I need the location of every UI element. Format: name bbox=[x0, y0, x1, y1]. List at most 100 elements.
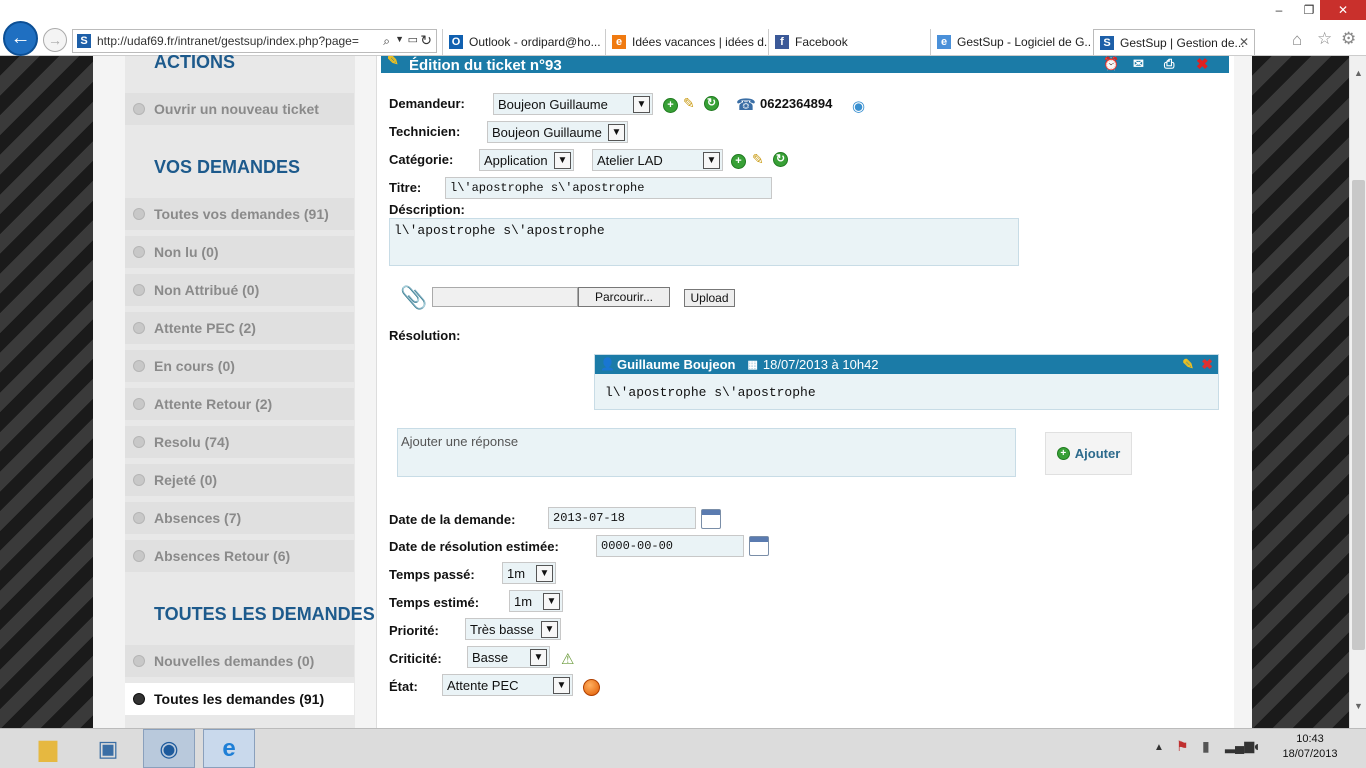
sidebar-item-absences-return[interactable]: Absences Retour (6) bbox=[125, 540, 354, 572]
sidebar-item-label: Attente Retour (2) bbox=[154, 396, 273, 412]
edit-resolution-icon[interactable]: ✎ bbox=[1182, 356, 1194, 373]
reply-textarea[interactable]: Ajouter une réponse bbox=[397, 428, 1016, 477]
description-textarea[interactable]: l\'apostrophe s\'apostrophe bbox=[389, 218, 1019, 266]
upload-button[interactable]: Upload bbox=[684, 289, 735, 307]
tab-label: GestSup | Gestion de... bbox=[1120, 35, 1245, 50]
refresh-category-icon[interactable]: ↻ bbox=[773, 152, 788, 167]
scrollbar-thumb[interactable] bbox=[1352, 180, 1365, 650]
tray-clock[interactable]: 10:43 18/07/2013 bbox=[1275, 732, 1345, 762]
media-player-icon[interactable]: ◉ bbox=[143, 729, 195, 768]
sidebar-item-label: Non Attribué (0) bbox=[154, 282, 260, 298]
chevron-down-icon: ▼ bbox=[553, 677, 570, 694]
delete-resolution-icon[interactable]: ✖ bbox=[1201, 356, 1213, 373]
back-arrow-icon: ← bbox=[10, 27, 31, 49]
browse-button[interactable]: Parcourir... bbox=[578, 287, 670, 307]
close-icon[interactable]: ✖ bbox=[1196, 56, 1209, 73]
sidebar-item-new-ticket[interactable]: Ouvrir un nouveau ticket bbox=[125, 93, 354, 125]
sidebar-item-label: Toutes les demandes (91) bbox=[154, 691, 325, 707]
subcategory-select[interactable]: Atelier LAD ▼ bbox=[592, 149, 723, 171]
state-value: Attente PEC bbox=[447, 677, 519, 693]
page-background-right bbox=[1252, 56, 1349, 728]
time-spent-select[interactable]: 1m ▼ bbox=[502, 562, 556, 584]
calendar-icon[interactable] bbox=[701, 509, 721, 529]
state-select[interactable]: Attente PEC ▼ bbox=[442, 674, 573, 696]
tray-signal-icon[interactable]: ▂▄▆ bbox=[1225, 738, 1254, 754]
time-estimated-select[interactable]: 1m ▼ bbox=[509, 590, 563, 612]
sidebar-item-in-progress[interactable]: En cours (0) bbox=[125, 350, 354, 382]
add-category-icon[interactable]: + bbox=[731, 154, 746, 169]
title-input[interactable]: l\'apostrophe s\'apostrophe bbox=[445, 177, 772, 199]
dropdown-arrow-icon[interactable]: ▼ bbox=[395, 34, 404, 44]
scroll-down-icon[interactable]: ▼ bbox=[1354, 701, 1363, 711]
alarm-clock-icon[interactable]: ⏰ bbox=[1103, 56, 1119, 72]
tray-volume-icon[interactable]: ◖ bbox=[1252, 738, 1260, 754]
facebook-icon: f bbox=[775, 35, 789, 49]
chevron-down-icon: ▼ bbox=[543, 593, 560, 610]
site-favicon-icon: S bbox=[77, 34, 91, 48]
criticality-select[interactable]: Basse ▼ bbox=[467, 646, 550, 668]
resolution-entry: 👤 Guillaume Boujeon ▦ 18/07/2013 à 10h42… bbox=[594, 354, 1219, 410]
network-computer-icon[interactable]: ▣ bbox=[82, 729, 134, 768]
file-path-input[interactable] bbox=[432, 287, 578, 307]
sidebar-item-waiting-pec[interactable]: Attente PEC (2) bbox=[125, 312, 354, 344]
chevron-down-icon: ▼ bbox=[530, 649, 547, 666]
close-tab-icon[interactable]: ✕ bbox=[1239, 35, 1249, 49]
sidebar-item-new-requests[interactable]: Nouvelles demandes (0) bbox=[125, 645, 354, 677]
address-bar[interactable]: S http://udaf69.fr/intranet/gestsup/inde… bbox=[72, 29, 437, 53]
tray-chevron-icon[interactable]: ▲ bbox=[1154, 742, 1164, 753]
tab-gestsup-active[interactable]: S GestSup | Gestion de... ✕ bbox=[1093, 29, 1255, 55]
close-window-button[interactable]: ✕ bbox=[1320, 0, 1366, 20]
add-reply-button[interactable]: + Ajouter bbox=[1045, 432, 1132, 475]
tray-flag-icon[interactable]: ⚑ bbox=[1176, 738, 1189, 755]
edit-category-icon[interactable]: ✎ bbox=[752, 151, 768, 167]
tab-outlook[interactable]: O Outlook - ordipard@ho... bbox=[442, 29, 604, 55]
back-button[interactable]: ← bbox=[3, 21, 38, 56]
sidebar-item-resolved[interactable]: Resolu (74) bbox=[125, 426, 354, 458]
date-resolution-input[interactable]: 0000-00-00 bbox=[596, 535, 744, 557]
state-label: État: bbox=[389, 679, 418, 694]
home-icon[interactable]: ⌂ bbox=[1292, 30, 1302, 50]
calendar-icon[interactable] bbox=[749, 536, 769, 556]
refresh-user-icon[interactable]: ↻ bbox=[704, 96, 719, 111]
add-user-icon[interactable]: + bbox=[663, 98, 678, 113]
warning-icon: ⚠ bbox=[561, 651, 575, 668]
technician-select[interactable]: Boujeon Guillaume ▼ bbox=[487, 121, 628, 143]
scroll-up-icon[interactable]: ▲ bbox=[1354, 68, 1363, 78]
file-explorer-icon[interactable]: ▆ bbox=[22, 729, 74, 768]
search-icon[interactable]: ⌕ bbox=[383, 34, 390, 49]
time-spent-value: 1m bbox=[507, 565, 526, 581]
tray-power-icon[interactable]: ▮ bbox=[1202, 738, 1210, 755]
sidebar-item-absences[interactable]: Absences (7) bbox=[125, 502, 354, 534]
priority-select[interactable]: Très basse ▼ bbox=[465, 618, 561, 640]
forward-button[interactable]: → bbox=[43, 28, 67, 52]
bullet-icon bbox=[133, 693, 145, 705]
sidebar-item-label: Absences Retour (6) bbox=[154, 548, 291, 564]
requester-select[interactable]: Boujeon Guillaume ▼ bbox=[493, 93, 653, 115]
bullet-icon bbox=[133, 322, 145, 334]
time-spent-label: Temps passé: bbox=[389, 567, 475, 582]
sidebar-item-rejected[interactable]: Rejeté (0) bbox=[125, 464, 354, 496]
settings-gear-icon[interactable]: ⚙ bbox=[1341, 29, 1356, 49]
edit-user-icon[interactable]: ✎ bbox=[683, 95, 699, 111]
mail-icon[interactable]: ✉ bbox=[1133, 56, 1144, 72]
technician-label: Technicien: bbox=[389, 124, 461, 139]
sidebar-item-label: Rejeté (0) bbox=[154, 472, 218, 488]
sidebar-item-unread[interactable]: Non lu (0) bbox=[125, 236, 354, 268]
date-request-input[interactable]: 2013-07-18 bbox=[548, 507, 696, 529]
print-icon[interactable]: ⎙ bbox=[1164, 56, 1174, 72]
call-icon[interactable]: ◉ bbox=[852, 97, 865, 115]
tab-idees-vacances[interactable]: e Idées vacances | idées d... bbox=[605, 29, 767, 55]
favorites-star-icon[interactable]: ☆ bbox=[1317, 29, 1332, 49]
sidebar-item-all-yours[interactable]: Toutes vos demandes (91) bbox=[125, 198, 354, 230]
refresh-icon[interactable]: ↻ bbox=[420, 32, 432, 49]
sidebar-item-all-requests[interactable]: Toutes les demandes (91) bbox=[125, 683, 354, 715]
internet-explorer-icon[interactable]: e bbox=[203, 729, 255, 768]
minimize-button[interactable]: ‒ bbox=[1264, 0, 1294, 20]
page-scrollbar[interactable]: ▲ ▼ bbox=[1349, 56, 1366, 728]
sidebar-item-unassigned[interactable]: Non Attribué (0) bbox=[125, 274, 354, 306]
tab-facebook[interactable]: f Facebook bbox=[768, 29, 930, 55]
user-icon: 👤 bbox=[600, 357, 615, 371]
tab-gestsup-logiciel[interactable]: e GestSup - Logiciel de G... bbox=[930, 29, 1092, 55]
sidebar-item-waiting-return[interactable]: Attente Retour (2) bbox=[125, 388, 354, 420]
category-select[interactable]: Application ▼ bbox=[479, 149, 574, 171]
